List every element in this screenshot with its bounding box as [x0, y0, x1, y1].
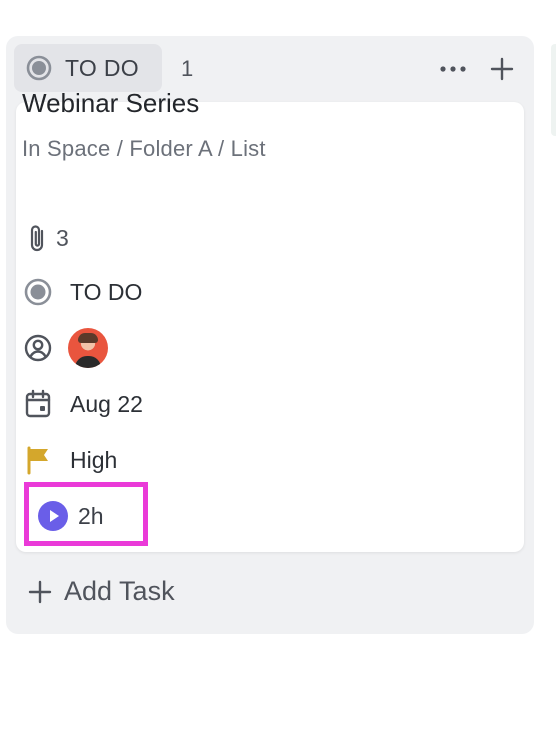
due-date: Aug 22 [70, 390, 143, 417]
add-task-label: Add Task [64, 576, 175, 606]
task-title[interactable]: Webinar Series [22, 88, 199, 119]
due-date-row[interactable]: Aug 22 [22, 388, 143, 420]
assignee-icon [22, 332, 54, 364]
more-icon [439, 65, 467, 73]
column-add-button[interactable] [487, 56, 517, 82]
task-status: TO DO [70, 278, 143, 305]
task-count: 1 [181, 56, 194, 81]
plus-icon [490, 57, 514, 81]
column-status-pill[interactable]: TO DO [14, 44, 162, 92]
next-column-edge [551, 44, 556, 136]
flag-icon [22, 444, 54, 476]
priority: High [70, 446, 118, 473]
plus-icon [28, 580, 52, 604]
status-circle-icon [22, 276, 54, 308]
paperclip-icon [22, 222, 54, 254]
add-task-button[interactable]: Add Task [28, 576, 175, 607]
assignee-row[interactable] [22, 328, 108, 368]
status-circle-icon [26, 55, 52, 81]
column-status-label: TO DO [65, 54, 139, 81]
attachments-row[interactable]: 3 [22, 222, 69, 254]
time-tracking-highlight [24, 482, 148, 546]
status-row[interactable]: TO DO [22, 276, 142, 308]
task-location-path: In Space / Folder A / List [22, 136, 266, 161]
attachments-count: 3 [56, 224, 69, 251]
column-more-button[interactable] [438, 56, 468, 82]
avatar[interactable] [68, 328, 108, 368]
calendar-icon [22, 388, 54, 420]
priority-row[interactable]: High [22, 444, 117, 476]
